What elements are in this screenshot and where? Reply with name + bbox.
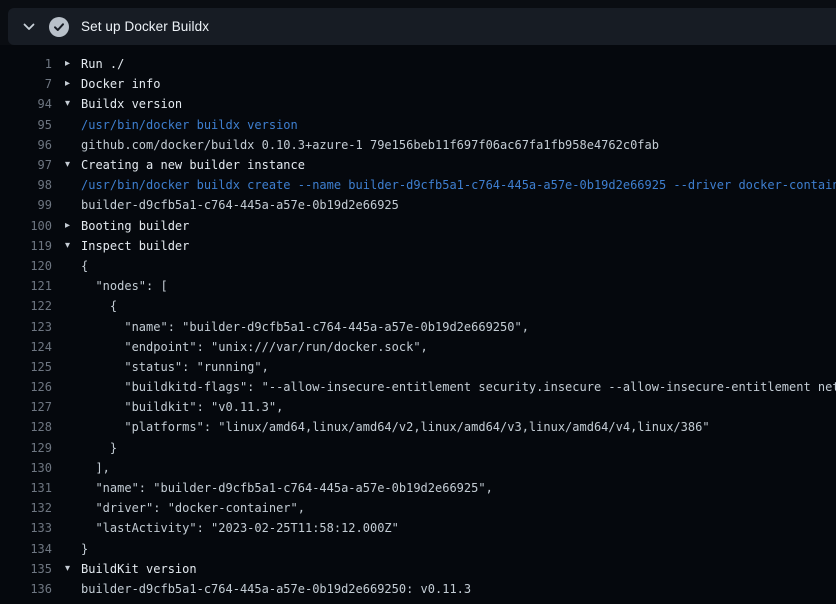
log-group-title[interactable]: Creating a new builder instance xyxy=(81,158,305,172)
caret-right-icon[interactable]: ▸ xyxy=(65,221,78,231)
log-output-text: "platforms": "linux/amd64,linux/amd64/v2… xyxy=(81,420,710,434)
line-number[interactable]: 131 xyxy=(0,481,52,495)
log-line: 129 } xyxy=(0,438,836,458)
log-output-text: "status": "running", xyxy=(81,360,269,374)
line-number[interactable]: 125 xyxy=(0,360,52,374)
line-number[interactable]: 127 xyxy=(0,400,52,414)
log-line: 130 ], xyxy=(0,458,836,478)
line-number[interactable]: 99 xyxy=(0,198,52,212)
log-line: 131 "name": "builder-d9cfb5a1-c764-445a-… xyxy=(0,478,836,498)
log-output-text: "name": "builder-d9cfb5a1-c764-445a-a57e… xyxy=(81,481,493,495)
log-line: 97 ▾Creating a new builder instance xyxy=(0,155,836,175)
log-output-text: builder-d9cfb5a1-c764-445a-a57e-0b19d2e6… xyxy=(81,198,399,212)
log-output-text: "endpoint": "unix:///var/run/docker.sock… xyxy=(81,340,428,354)
line-number[interactable]: 128 xyxy=(0,420,52,434)
log-line: 135 ▾BuildKit version xyxy=(0,559,836,579)
line-number[interactable]: 134 xyxy=(0,542,52,556)
log-group-title[interactable]: Inspect builder xyxy=(81,239,189,253)
line-number[interactable]: 119 xyxy=(0,239,52,253)
log-output-text: "name": "builder-d9cfb5a1-c764-445a-a57e… xyxy=(81,320,529,334)
line-number[interactable]: 129 xyxy=(0,441,52,455)
log-output-text: "lastActivity": "2023-02-25T11:58:12.000… xyxy=(81,521,399,535)
log-group-title[interactable]: Booting builder xyxy=(81,219,189,233)
log-line: 126 "buildkitd-flags": "--allow-insecure… xyxy=(0,377,836,397)
line-number[interactable]: 97 xyxy=(0,158,52,172)
log-line: 7 ▸Docker info xyxy=(0,74,836,94)
line-number[interactable]: 1 xyxy=(0,57,52,71)
line-number[interactable]: 96 xyxy=(0,138,52,152)
line-number[interactable]: 133 xyxy=(0,521,52,535)
log-output-text: ], xyxy=(81,461,110,475)
log-output-text: } xyxy=(81,441,117,455)
log-line: 98/usr/bin/docker buildx create --name b… xyxy=(0,175,836,195)
step-title: Set up Docker Buildx xyxy=(81,19,209,34)
line-number[interactable]: 132 xyxy=(0,501,52,515)
check-circle-icon xyxy=(49,17,69,37)
log-line: 99 builder-d9cfb5a1-c764-445a-a57e-0b19d2… xyxy=(0,195,836,215)
log-output-text: { xyxy=(81,299,117,313)
log-panel: 1▸Run ./7▸Docker info94▾Buildx version95… xyxy=(0,45,836,604)
line-number[interactable]: 122 xyxy=(0,299,52,313)
log-line: 132 "driver": "docker-container", xyxy=(0,498,836,518)
log-output-text: "buildkit": "v0.11.3", xyxy=(81,400,283,414)
log-output-text: { xyxy=(81,259,88,273)
log-line: 95/usr/bin/docker buildx version xyxy=(0,115,836,135)
log-line: 120 { xyxy=(0,256,836,276)
log-group-title[interactable]: Buildx version xyxy=(81,97,182,111)
log-line: 1 ▸Run ./ xyxy=(0,54,836,74)
log-output-text: "nodes": [ xyxy=(81,279,168,293)
line-number[interactable]: 135 xyxy=(0,562,52,576)
line-number[interactable]: 98 xyxy=(0,178,52,192)
caret-down-icon[interactable]: ▾ xyxy=(65,160,78,170)
chevron-down-icon[interactable] xyxy=(21,19,37,35)
line-number[interactable]: 95 xyxy=(0,118,52,132)
log-line: 100 ▸Booting builder xyxy=(0,216,836,236)
line-number[interactable]: 120 xyxy=(0,259,52,273)
log-line: 123 "name": "builder-d9cfb5a1-c764-445a-… xyxy=(0,316,836,336)
line-number[interactable]: 126 xyxy=(0,380,52,394)
caret-down-icon[interactable]: ▾ xyxy=(65,564,78,574)
caret-down-icon[interactable]: ▾ xyxy=(65,241,78,251)
log-output-text: github.com/docker/buildx 0.10.3+azure-1 … xyxy=(81,138,659,152)
log-output-text: "driver": "docker-container", xyxy=(81,501,305,515)
log-command-text: /usr/bin/docker buildx create --name bui… xyxy=(81,178,836,192)
log-line: 133 "lastActivity": "2023-02-25T11:58:12… xyxy=(0,518,836,538)
log-line: 127 "buildkit": "v0.11.3", xyxy=(0,397,836,417)
log-line: 128 "platforms": "linux/amd64,linux/amd6… xyxy=(0,417,836,437)
line-number[interactable]: 136 xyxy=(0,582,52,596)
log-group-title[interactable]: Docker info xyxy=(81,77,160,91)
caret-down-icon[interactable]: ▾ xyxy=(65,99,78,109)
caret-right-icon[interactable]: ▸ xyxy=(65,79,78,89)
log-line: 125 "status": "running", xyxy=(0,357,836,377)
log-output-text: builder-d9cfb5a1-c764-445a-a57e-0b19d2e6… xyxy=(81,582,471,596)
log-line: 96 github.com/docker/buildx 0.10.3+azure-… xyxy=(0,135,836,155)
line-number[interactable]: 124 xyxy=(0,340,52,354)
caret-right-icon[interactable]: ▸ xyxy=(65,59,78,69)
log-line: 122 { xyxy=(0,296,836,316)
log-line: 119 ▾Inspect builder xyxy=(0,236,836,256)
log-command-text: /usr/bin/docker buildx version xyxy=(81,118,298,132)
line-number[interactable]: 121 xyxy=(0,279,52,293)
line-number[interactable]: 130 xyxy=(0,461,52,475)
log-output-text: "buildkitd-flags": "--allow-insecure-ent… xyxy=(81,380,836,394)
log-group-title[interactable]: Run ./ xyxy=(81,57,124,71)
log-line: 121 "nodes": [ xyxy=(0,276,836,296)
log-line: 136 builder-d9cfb5a1-c764-445a-a57e-0b19d… xyxy=(0,579,836,599)
line-number[interactable]: 123 xyxy=(0,320,52,334)
line-number[interactable]: 94 xyxy=(0,97,52,111)
log-output-text: } xyxy=(81,542,88,556)
log-line: 124 "endpoint": "unix:///var/run/docker.… xyxy=(0,337,836,357)
log-line: 94 ▾Buildx version xyxy=(0,94,836,114)
line-number[interactable]: 100 xyxy=(0,219,52,233)
log-group-title[interactable]: BuildKit version xyxy=(81,562,197,576)
actions-log-viewer: Set up Docker Buildx 1▸Run ./7▸Docker in… xyxy=(0,0,836,604)
step-header[interactable]: Set up Docker Buildx xyxy=(8,8,836,45)
line-number[interactable]: 7 xyxy=(0,77,52,91)
log-line: 134} xyxy=(0,539,836,559)
